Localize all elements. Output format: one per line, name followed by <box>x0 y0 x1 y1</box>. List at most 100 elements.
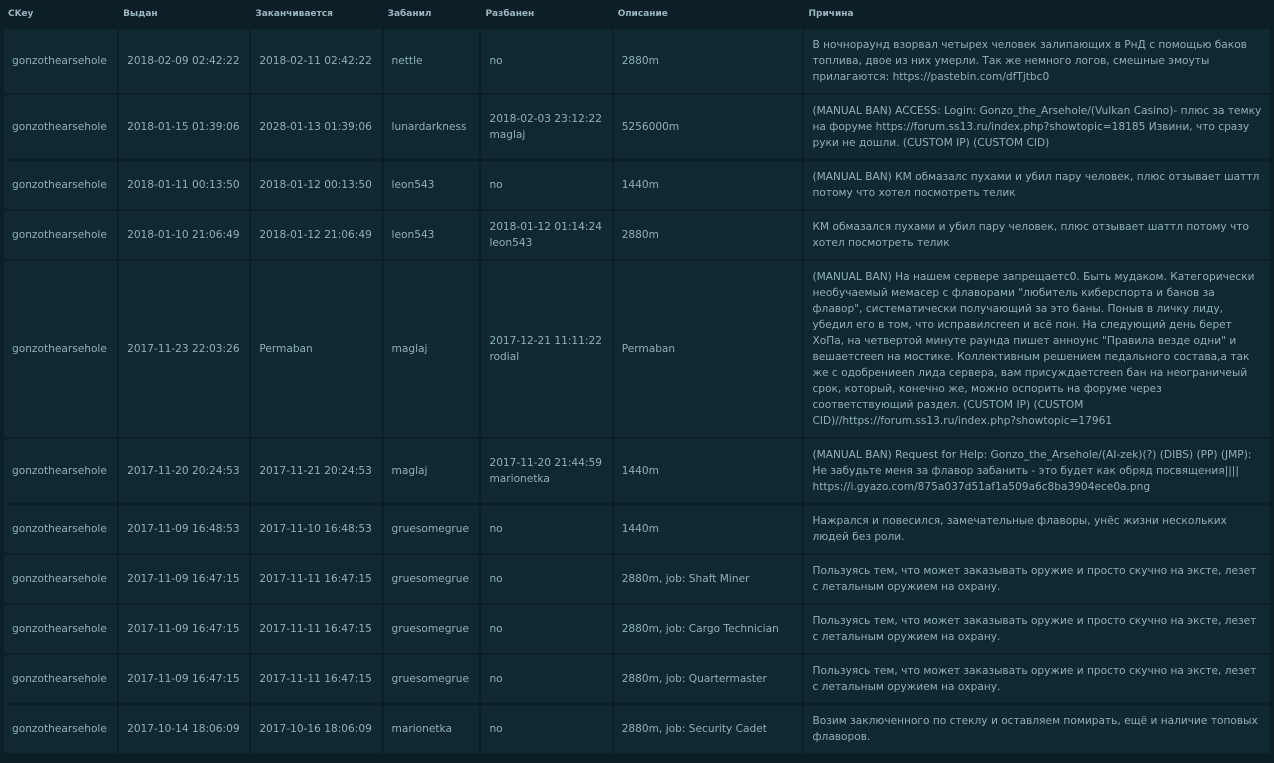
cell-reason: Нажрался и повесился, замечательные флав… <box>804 505 1270 553</box>
ban-table: CKey Выдан Заканчивается Забанил Разбане… <box>2 0 1272 755</box>
cell-reason: Возим заключенного по стеклу и оставляем… <box>804 705 1270 753</box>
cell-issued: 2017-11-09 16:47:15 <box>119 605 250 653</box>
cell-description: 2880m <box>613 211 803 259</box>
cell-ckey: gonzothearsehole <box>4 29 118 93</box>
cell-unbanned: no <box>481 555 612 603</box>
cell-issued: 2017-11-09 16:47:15 <box>119 655 250 703</box>
cell-expires: 2017-11-11 16:47:15 <box>251 605 382 653</box>
ban-table-body: gonzothearsehole 2018-02-09 02:42:22 201… <box>4 29 1270 753</box>
cell-banned-by: maglaj <box>383 439 480 503</box>
column-header-banned-by: Забанил <box>383 0 480 27</box>
unbanned-date: no <box>489 623 503 635</box>
cell-unbanned: no <box>481 505 612 553</box>
cell-unbanned: 2017-11-20 21:44:59 marionetka <box>481 439 612 503</box>
cell-expires: 2017-11-21 20:24:53 <box>251 439 382 503</box>
unbanned-date: 2018-01-12 01:14:24 <box>489 221 602 233</box>
cell-description: 2880m, job: Cargo Technician <box>613 605 803 653</box>
cell-description: 5256000m <box>613 95 803 159</box>
cell-reason: В ночнораунд взорвал четырех человек зал… <box>804 29 1270 93</box>
cell-description: 2880m, job: Security Cadet <box>613 705 803 753</box>
cell-expires: 2017-10-16 18:06:09 <box>251 705 382 753</box>
cell-reason: (MANUAL BAN) ACCESS: Login: Gonzo_the_Ar… <box>804 95 1270 159</box>
table-row: gonzothearsehole 2017-11-09 16:48:53 201… <box>4 505 1270 553</box>
cell-expires: 2018-01-12 00:13:50 <box>251 161 382 209</box>
unbanned-date: no <box>489 55 503 67</box>
cell-reason: Пользуясь тем, что может заказывать оруж… <box>804 555 1270 603</box>
cell-description: 1440m <box>613 161 803 209</box>
cell-expires: 2018-01-12 21:06:49 <box>251 211 382 259</box>
column-header-ckey: CKey <box>4 0 118 27</box>
cell-issued: 2017-11-09 16:48:53 <box>119 505 250 553</box>
cell-reason: (MANUAL BAN) Request for Help: Gonzo_the… <box>804 439 1270 503</box>
cell-ckey: gonzothearsehole <box>4 505 118 553</box>
cell-ckey: gonzothearsehole <box>4 605 118 653</box>
unbanned-date: no <box>489 523 503 535</box>
cell-ckey: gonzothearsehole <box>4 555 118 603</box>
cell-issued: 2018-02-09 02:42:22 <box>119 29 250 93</box>
table-row: gonzothearsehole 2017-11-09 16:47:15 201… <box>4 555 1270 603</box>
cell-banned-by: gruesomegrue <box>383 655 480 703</box>
cell-banned-by: gruesomegrue <box>383 555 480 603</box>
cell-unbanned: no <box>481 29 612 93</box>
cell-issued: 2018-01-10 21:06:49 <box>119 211 250 259</box>
cell-reason: Пользуясь тем, что может заказывать оруж… <box>804 655 1270 703</box>
table-row: gonzothearsehole 2017-11-09 16:47:15 201… <box>4 605 1270 653</box>
cell-banned-by: gruesomegrue <box>383 605 480 653</box>
cell-expires: 2017-11-11 16:47:15 <box>251 655 382 703</box>
cell-reason: Пользуясь тем, что может заказывать оруж… <box>804 605 1270 653</box>
cell-ckey: gonzothearsehole <box>4 211 118 259</box>
cell-expires: Permaban <box>251 261 382 437</box>
cell-issued: 2018-01-11 00:13:50 <box>119 161 250 209</box>
cell-unbanned: no <box>481 705 612 753</box>
ban-history-page: CKey Выдан Заканчивается Забанил Разбане… <box>0 0 1274 763</box>
table-row: gonzothearsehole 2017-11-09 16:47:15 201… <box>4 655 1270 703</box>
cell-issued: 2017-11-09 16:47:15 <box>119 555 250 603</box>
unbanned-date: no <box>489 573 503 585</box>
unbanned-by: leon543 <box>489 237 533 249</box>
cell-unbanned: 2018-01-12 01:14:24 leon543 <box>481 211 612 259</box>
table-row: gonzothearsehole 2017-10-14 18:06:09 201… <box>4 705 1270 753</box>
unbanned-date: 2017-12-21 11:11:22 <box>489 335 602 347</box>
cell-banned-by: leon543 <box>383 211 480 259</box>
cell-description: 2880m, job: Quartermaster <box>613 655 803 703</box>
table-row: gonzothearsehole 2017-11-23 22:03:26 Per… <box>4 261 1270 437</box>
unbanned-date: no <box>489 673 503 685</box>
unbanned-by: maglaj <box>489 129 526 141</box>
unbanned-date: no <box>489 179 503 191</box>
cell-banned-by: marionetka <box>383 705 480 753</box>
table-row: gonzothearsehole 2018-01-10 21:06:49 201… <box>4 211 1270 259</box>
cell-unbanned: 2017-12-21 11:11:22 rodial <box>481 261 612 437</box>
cell-expires: 2017-11-10 16:48:53 <box>251 505 382 553</box>
cell-ckey: gonzothearsehole <box>4 161 118 209</box>
cell-banned-by: nettle <box>383 29 480 93</box>
header-row: CKey Выдан Заканчивается Забанил Разбане… <box>4 0 1270 27</box>
cell-banned-by: maglaj <box>383 261 480 437</box>
cell-unbanned: no <box>481 605 612 653</box>
unbanned-date: no <box>489 723 503 735</box>
cell-description: 2880m, job: Shaft Miner <box>613 555 803 603</box>
unbanned-by: rodial <box>489 351 520 363</box>
cell-unbanned: 2018-02-03 23:12:22 maglaj <box>481 95 612 159</box>
table-row: gonzothearsehole 2018-01-11 00:13:50 201… <box>4 161 1270 209</box>
cell-expires: 2017-11-11 16:47:15 <box>251 555 382 603</box>
cell-banned-by: lunardarkness <box>383 95 480 159</box>
cell-description: 1440m <box>613 505 803 553</box>
cell-description: Permaban <box>613 261 803 437</box>
table-row: gonzothearsehole 2017-11-20 20:24:53 201… <box>4 439 1270 503</box>
column-header-unbanned: Разбанен <box>481 0 612 27</box>
table-row: gonzothearsehole 2018-02-09 02:42:22 201… <box>4 29 1270 93</box>
cell-expires: 2018-02-11 02:42:22 <box>251 29 382 93</box>
column-header-expires: Заканчивается <box>251 0 382 27</box>
cell-issued: 2017-11-20 20:24:53 <box>119 439 250 503</box>
unbanned-date: 2018-02-03 23:12:22 <box>489 113 602 125</box>
cell-expires: 2028-01-13 01:39:06 <box>251 95 382 159</box>
cell-unbanned: no <box>481 161 612 209</box>
ban-table-header: CKey Выдан Заканчивается Забанил Разбане… <box>4 0 1270 27</box>
cell-ckey: gonzothearsehole <box>4 261 118 437</box>
unbanned-by: marionetka <box>489 473 550 485</box>
cell-issued: 2017-10-14 18:06:09 <box>119 705 250 753</box>
cell-issued: 2018-01-15 01:39:06 <box>119 95 250 159</box>
cell-description: 1440m <box>613 439 803 503</box>
unbanned-date: 2017-11-20 21:44:59 <box>489 457 602 469</box>
cell-ckey: gonzothearsehole <box>4 439 118 503</box>
